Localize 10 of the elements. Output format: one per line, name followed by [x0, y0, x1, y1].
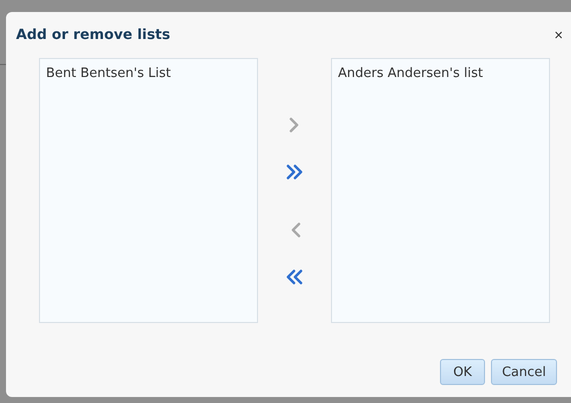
list-item[interactable]: Bent Bentsen's List [46, 66, 171, 81]
cancel-button[interactable]: Cancel [490, 359, 557, 385]
list-box[interactable]: Bent Bentsen's List [39, 58, 258, 323]
double-chevron-left-icon[interactable] [286, 268, 304, 286]
list-box[interactable]: Anders Andersen's list [331, 58, 550, 323]
dialog-title: Add or remove lists [16, 27, 170, 43]
ok-button[interactable]: OK [440, 359, 485, 385]
close-button[interactable]: × [554, 26, 563, 44]
list-item[interactable]: Anders Andersen's list [338, 66, 483, 81]
double-chevron-right-icon[interactable] [286, 163, 304, 181]
